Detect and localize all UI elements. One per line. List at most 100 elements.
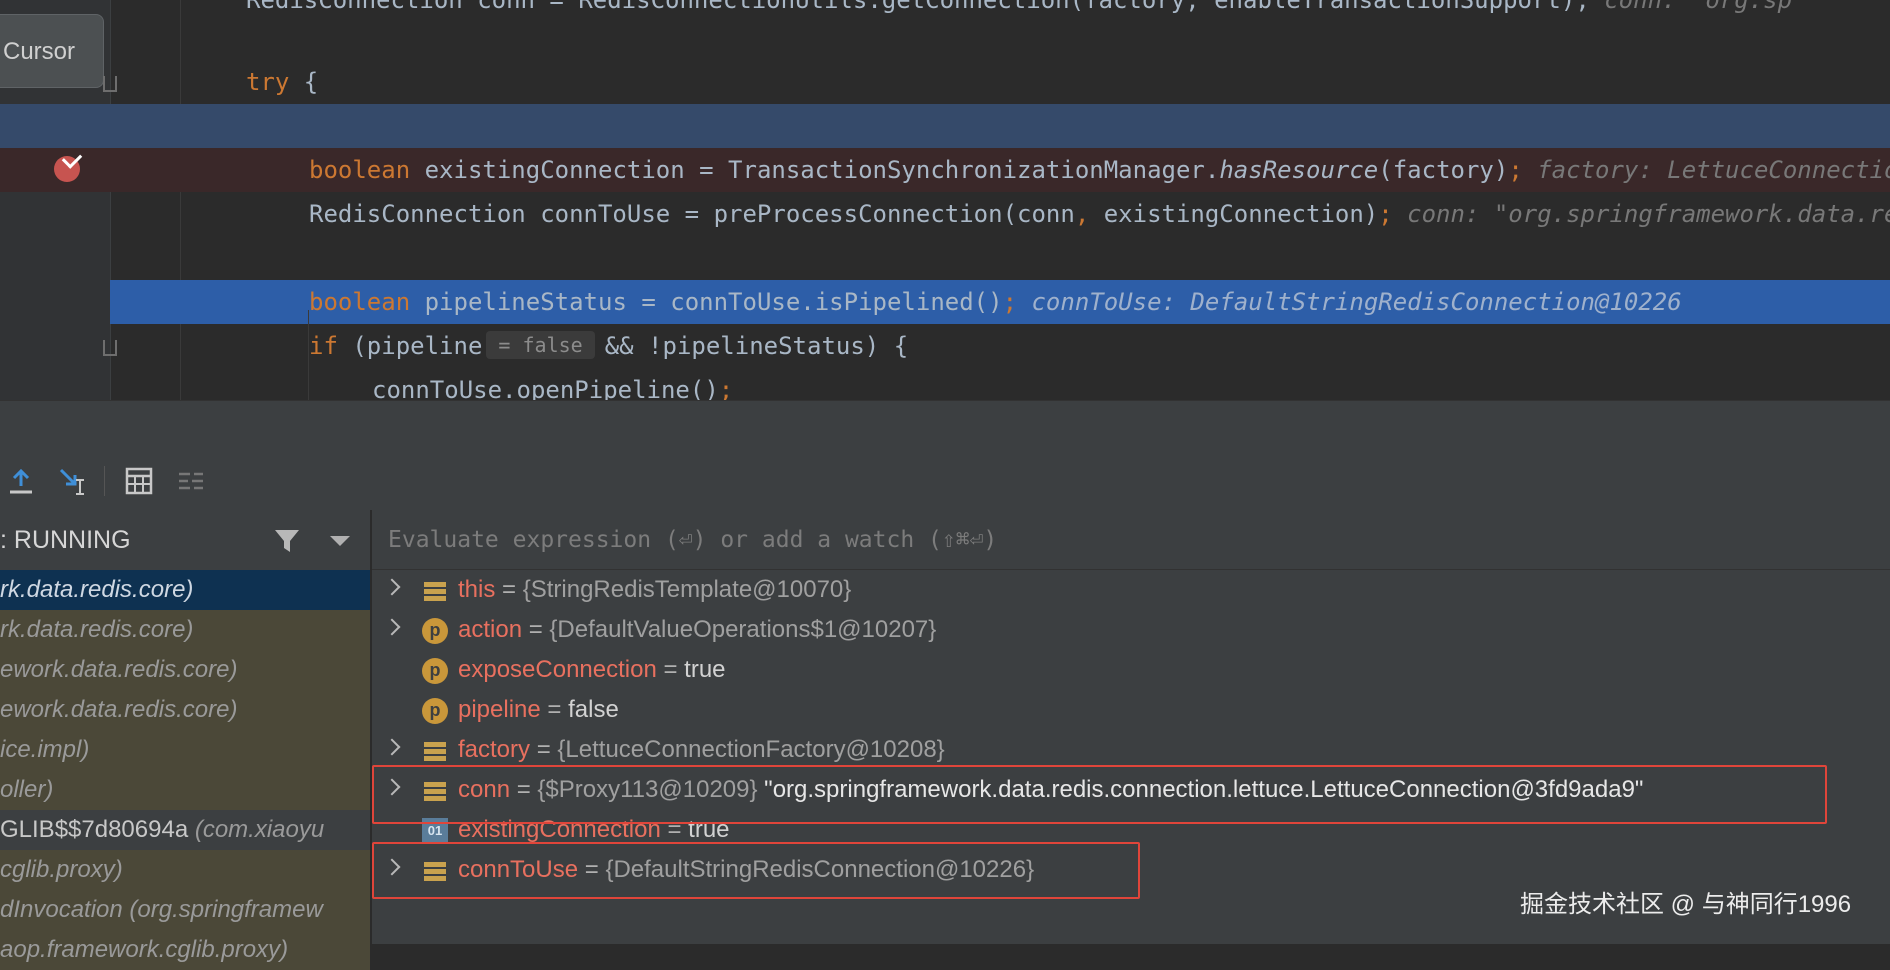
field-icon bbox=[422, 738, 448, 764]
frames-panel: : RUNNING rk.data.redis.core) rk.data.red… bbox=[0, 510, 370, 970]
code-keyword: boolean bbox=[309, 156, 411, 184]
chevron-right-icon[interactable] bbox=[383, 738, 401, 756]
variable-row-action[interactable]: p action = {DefaultValueOperations$1@1020… bbox=[372, 610, 1890, 650]
code-keyword: ; bbox=[1002, 288, 1018, 316]
step-out-icon[interactable] bbox=[6, 466, 36, 496]
variable-name: factory bbox=[458, 736, 531, 763]
highlight-box-conn-to-use bbox=[372, 842, 1140, 899]
chevron-down-icon[interactable] bbox=[330, 536, 350, 546]
equals-sign: = bbox=[656, 656, 685, 683]
variable-text: this = {StringRedisTemplate@10070} bbox=[458, 570, 851, 610]
inline-debug-value: connToUse: DefaultStringRedisConnection@… bbox=[1017, 288, 1682, 316]
code-line-if-pipeline[interactable]: if (pipeline = false && !pipelineStatus) { bbox=[0, 324, 1890, 368]
frame-item-label: cglib.proxy) bbox=[0, 856, 123, 883]
code-line-get-connection[interactable]: RedisConnection conn = RedisConnectionUt… bbox=[0, 0, 1890, 22]
frame-item[interactable]: ework.data.redis.core) bbox=[0, 650, 370, 690]
field-icon bbox=[422, 578, 448, 604]
frame-item[interactable]: rk.data.redis.core) bbox=[0, 570, 370, 610]
breakpoint-icon[interactable] bbox=[54, 148, 83, 182]
chevron-right-icon[interactable] bbox=[383, 618, 401, 636]
run-to-cursor-icon[interactable] bbox=[58, 466, 88, 496]
code-text: RedisConnection connToUse = preProcessCo… bbox=[309, 200, 1075, 228]
code-text: RedisConnection conn = RedisConnectionUt… bbox=[246, 0, 1590, 14]
parameter-icon: p bbox=[422, 698, 448, 724]
frame-item[interactable]: ework.data.redis.core) bbox=[0, 690, 370, 730]
frame-item[interactable]: dInvocation (org.springframew bbox=[0, 890, 370, 930]
indent-guide bbox=[308, 310, 309, 400]
debug-toolbar bbox=[0, 452, 1890, 510]
frame-item[interactable]: oller) bbox=[0, 770, 370, 810]
variable-reference: {StringRedisTemplate@10070} bbox=[522, 576, 852, 603]
code-keyword: boolean bbox=[309, 288, 411, 316]
equals-sign: = bbox=[522, 616, 550, 643]
code-text: (factory) bbox=[1378, 156, 1509, 184]
code-line-existing-connection[interactable]: boolean existingConnection = Transaction… bbox=[0, 148, 1890, 192]
code-keyword: ; bbox=[1508, 156, 1523, 184]
code-keyword: ; bbox=[1378, 200, 1393, 228]
inline-value-chip: = false bbox=[486, 331, 595, 359]
variable-text: pipeline = false bbox=[458, 690, 619, 730]
frame-item-label: GLIB$$7d80694a bbox=[0, 816, 189, 843]
frame-item-label: oller) bbox=[0, 776, 54, 803]
code-text: (pipeline bbox=[337, 332, 483, 360]
variable-row-pipeline[interactable]: p pipeline = false bbox=[372, 690, 1890, 730]
code-keyword: ; bbox=[718, 376, 734, 400]
filter-icon[interactable] bbox=[274, 528, 300, 554]
variable-text: factory = {LettuceConnectionFactory@1020… bbox=[458, 730, 945, 770]
chevron-right-icon[interactable] bbox=[383, 578, 401, 596]
equals-sign: = bbox=[530, 736, 558, 763]
frame-item-label: rk.data.redis.core) bbox=[0, 576, 194, 603]
thread-status-label[interactable]: : RUNNING bbox=[0, 510, 131, 570]
code-text: pipelineStatus = connToUse.isPipelined() bbox=[410, 288, 1003, 316]
trace-stream-icon[interactable] bbox=[176, 466, 206, 496]
toolbar-separator bbox=[104, 466, 105, 496]
code-text: connToUse.openPipeline() bbox=[372, 376, 719, 400]
code-text: { bbox=[289, 68, 319, 96]
code-keyword: if bbox=[309, 332, 338, 360]
frame-item[interactable]: aop.framework.cglib.proxy) bbox=[0, 930, 370, 970]
variable-name: this bbox=[458, 576, 496, 603]
code-text: existingConnection) bbox=[1089, 200, 1379, 228]
panel-divider[interactable] bbox=[0, 400, 1890, 453]
frame-item-label: ice.impl) bbox=[0, 736, 90, 763]
code-editor[interactable]: RedisConnection conn = RedisConnectionUt… bbox=[0, 0, 1890, 400]
code-line-try[interactable]: try { bbox=[0, 60, 1890, 104]
fold-marker-icon[interactable] bbox=[103, 76, 117, 92]
evaluate-expression-icon[interactable] bbox=[124, 466, 154, 496]
frame-item-label: ework.data.redis.core) bbox=[0, 696, 238, 723]
equals-sign: = bbox=[540, 696, 569, 723]
code-text: existingConnection = TransactionSynchron… bbox=[410, 156, 1220, 184]
code-keyword: try bbox=[246, 68, 290, 96]
evaluate-expression-input[interactable] bbox=[372, 510, 1890, 570]
frame-item[interactable]: cglib.proxy) bbox=[0, 850, 370, 890]
code-line-blank-highlighted[interactable] bbox=[0, 104, 1890, 148]
frame-item[interactable]: ice.impl) bbox=[0, 730, 370, 770]
cursor-tooltip: Cursor bbox=[0, 14, 104, 88]
watermark-text: 掘金技术社区 @ 与神同行1996 bbox=[1520, 891, 1852, 918]
code-line-open-pipeline[interactable]: connToUse.openPipeline(); bbox=[0, 368, 1890, 400]
frame-item[interactable]: GLIB$$7d80694a (com.xiaoyu bbox=[0, 810, 370, 850]
equals-sign: = bbox=[495, 576, 523, 603]
code-line-conn-to-use[interactable]: RedisConnection connToUse = preProcessCo… bbox=[0, 192, 1890, 236]
variable-reference: {LettuceConnectionFactory@10208} bbox=[557, 736, 945, 763]
variable-name: pipeline bbox=[458, 696, 541, 723]
inline-debug-value: conn: "org.springframework.data.redis.co… bbox=[1407, 200, 1890, 228]
frame-item-label: ework.data.redis.core) bbox=[0, 656, 238, 683]
code-line-pipeline-status[interactable]: boolean pipelineStatus = connToUse.isPip… bbox=[110, 280, 1890, 324]
highlight-box-conn bbox=[372, 765, 1827, 824]
parameter-icon: p bbox=[422, 618, 448, 644]
variable-row-factory[interactable]: factory = {LettuceConnectionFactory@1020… bbox=[372, 730, 1890, 770]
frame-item[interactable]: rk.data.redis.core) bbox=[0, 610, 370, 650]
variable-text: exposeConnection = true bbox=[458, 650, 726, 690]
frame-item-label: aop.framework.cglib.proxy) bbox=[0, 936, 289, 963]
inline-debug-value: conn: "org.sp bbox=[1589, 0, 1793, 14]
code-text: && !pipelineStatus) { bbox=[604, 332, 909, 360]
frame-item-label: rk.data.redis.core) bbox=[0, 616, 194, 643]
variable-name: exposeConnection bbox=[458, 656, 657, 683]
variable-row-expose-connection[interactable]: p exposeConnection = true bbox=[372, 650, 1890, 690]
fold-marker-icon[interactable] bbox=[103, 340, 117, 356]
variable-text: action = {DefaultValueOperations$1@10207… bbox=[458, 610, 936, 650]
variable-row-this[interactable]: this = {StringRedisTemplate@10070} bbox=[372, 570, 1890, 610]
variable-value: true bbox=[684, 656, 726, 683]
code-method-call: hasResource bbox=[1219, 156, 1379, 184]
